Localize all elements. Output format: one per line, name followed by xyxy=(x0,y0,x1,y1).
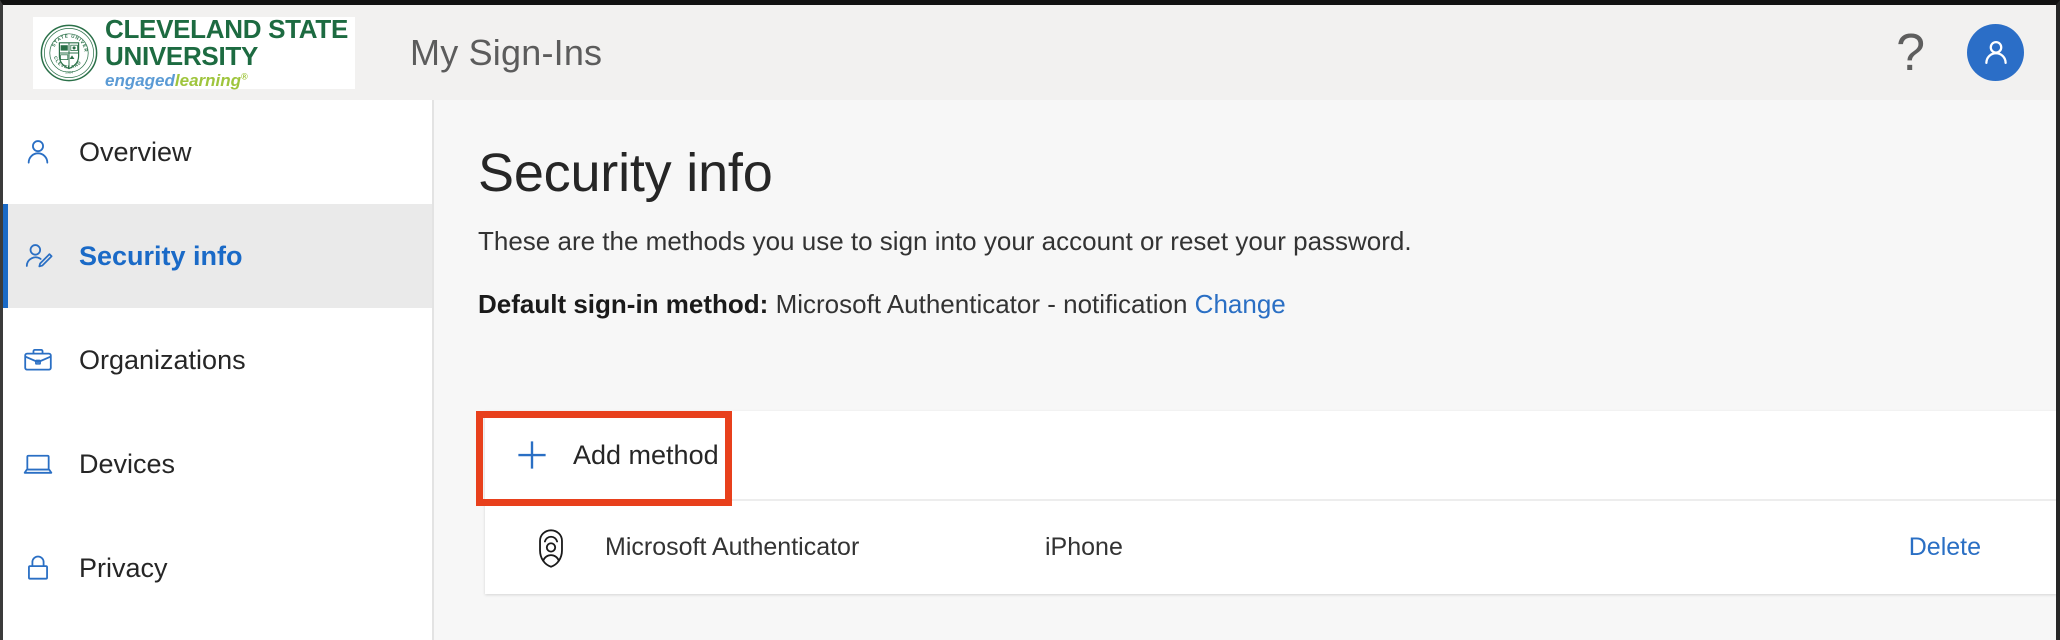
sidebar-item-security-info[interactable]: Security info xyxy=(3,204,432,308)
header-actions: ? xyxy=(1896,24,2024,81)
default-signin-value: Microsoft Authenticator - notification xyxy=(775,289,1188,319)
security-methods-card: Add method Microsoft Authenticator iPhon… xyxy=(485,411,2056,594)
svg-text:1964: 1964 xyxy=(65,70,73,74)
logo-line-1: CLEVELAND STATE xyxy=(105,14,348,44)
app-window: STATE UNIVER CLEVELAND 1964 CLEVELAND ST… xyxy=(0,0,2060,640)
plus-icon xyxy=(513,436,551,474)
logo-tagline-learning: learning xyxy=(174,71,242,90)
default-signin-label: Default sign-in method: xyxy=(478,289,769,319)
sidebar-item-label: Privacy xyxy=(79,552,168,583)
university-seal-icon: STATE UNIVER CLEVELAND 1964 xyxy=(40,24,98,81)
method-actions: Delete xyxy=(1909,533,1981,562)
add-method-button[interactable]: Add method xyxy=(485,411,2056,501)
default-signin-method: Default sign-in method: Microsoft Authen… xyxy=(478,289,2056,320)
sidebar-item-devices[interactable]: Devices xyxy=(3,412,432,516)
delete-link[interactable]: Delete xyxy=(1909,533,1981,562)
main-content: Security info These are the methods you … xyxy=(436,100,2056,640)
logo-tagline-engaged: engaged xyxy=(105,71,175,90)
page-title: Security info xyxy=(478,143,773,203)
laptop-icon xyxy=(21,447,55,481)
person-icon xyxy=(21,135,55,169)
logo-line-2: UNIVERSITY xyxy=(105,41,259,71)
sidebar-item-label: Organizations xyxy=(79,344,246,375)
method-name: Microsoft Authenticator xyxy=(605,533,860,561)
table-row: Microsoft Authenticator iPhone Delete xyxy=(485,501,2056,594)
avatar[interactable] xyxy=(1967,24,2024,81)
sidebar: Overview Security info Organizations Dev… xyxy=(3,100,434,640)
sidebar-item-label: Overview xyxy=(79,136,192,167)
sidebar-item-overview[interactable]: Overview xyxy=(3,100,432,204)
logo-tagline-tm: ® xyxy=(241,71,248,82)
help-icon[interactable]: ? xyxy=(1896,27,1925,79)
add-method-label: Add method xyxy=(573,439,719,470)
microsoft-authenticator-icon xyxy=(529,526,573,570)
padlock-icon xyxy=(21,551,55,585)
person-edit-icon xyxy=(21,239,55,273)
change-default-link[interactable]: Change xyxy=(1195,289,1286,319)
sidebar-item-label: Security info xyxy=(79,240,243,271)
sidebar-item-organizations[interactable]: Organizations xyxy=(3,308,432,412)
person-icon xyxy=(1984,40,2007,64)
logo-tagline: engagedlearning® xyxy=(105,72,348,89)
app-header: STATE UNIVER CLEVELAND 1964 CLEVELAND ST… xyxy=(3,5,2056,100)
university-logo[interactable]: STATE UNIVER CLEVELAND 1964 CLEVELAND ST… xyxy=(33,16,355,89)
app-title: My Sign-Ins xyxy=(410,31,603,73)
logo-wordmark: CLEVELAND STATE UNIVERSITY engagedlearni… xyxy=(105,16,348,89)
sidebar-item-label: Devices xyxy=(79,448,176,479)
briefcase-icon xyxy=(21,343,55,377)
sidebar-item-privacy[interactable]: Privacy xyxy=(3,516,432,620)
method-detail: iPhone xyxy=(1045,533,1123,561)
page-subtitle: These are the methods you use to sign in… xyxy=(478,226,1412,256)
